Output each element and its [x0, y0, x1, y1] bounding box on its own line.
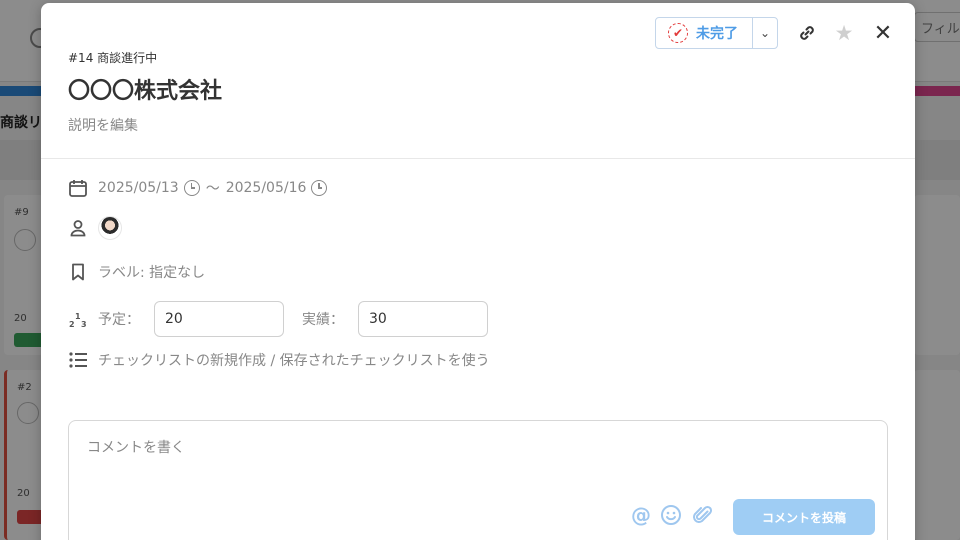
date-row: 2025/05/13 〜 2025/05/16: [68, 178, 333, 198]
card-meta: 20: [17, 488, 30, 499]
link-icon[interactable]: [795, 21, 819, 45]
column-color-bar: [0, 86, 44, 96]
actual-input[interactable]: [358, 301, 488, 337]
svg-text:2: 2: [69, 320, 75, 329]
svg-text:3: 3: [81, 320, 87, 329]
clock-icon[interactable]: [311, 180, 328, 196]
calendar-icon: [68, 178, 88, 198]
list-icon: [68, 350, 88, 370]
end-date[interactable]: 2025/05/16: [226, 180, 307, 196]
label-text: ラベル: 指定なし: [98, 265, 206, 281]
estimate-row: 213 予定： 実績：: [68, 301, 488, 337]
checklist-row[interactable]: チェックリストの新規作成 / 保存されたチェックリストを使う: [68, 350, 490, 370]
kanban-card[interactable]: #9 20: [4, 195, 46, 355]
comment-editor[interactable]: コメントを書く @ コメントを投稿: [68, 420, 888, 540]
modal-header: #14 商談進行中 〇〇〇株式会社 説明を編集 ✔ 未完了 ⌄ ★ ✕: [41, 3, 915, 159]
kanban-card[interactable]: [914, 195, 960, 355]
user-icon: [68, 218, 88, 238]
close-icon[interactable]: ✕: [871, 21, 895, 46]
clock-icon[interactable]: [183, 180, 200, 196]
planned-input[interactable]: [154, 301, 284, 337]
status-control: ✔ 未完了 ⌄: [655, 17, 778, 49]
kanban-card[interactable]: [914, 370, 960, 540]
filter-input[interactable]: フィル: [914, 12, 960, 42]
paperclip-icon[interactable]: [691, 503, 715, 527]
avatar[interactable]: [98, 216, 122, 240]
status-label: 未完了: [696, 26, 738, 42]
column-color-bar: [912, 86, 960, 96]
card-check-icon[interactable]: [14, 229, 36, 251]
label-row[interactable]: ラベル: 指定なし: [68, 262, 205, 282]
planned-label: 予定：: [98, 312, 140, 328]
card-check-icon[interactable]: [17, 402, 39, 424]
kanban-card[interactable]: #2 20: [4, 370, 49, 540]
status-button[interactable]: ✔ 未完了: [656, 18, 753, 48]
bookmark-icon: [68, 262, 88, 282]
date-separator: 〜: [205, 181, 220, 197]
actual-label: 実績：: [302, 312, 344, 328]
start-date[interactable]: 2025/05/13: [98, 180, 179, 196]
check-icon: ✔: [668, 23, 688, 43]
description-editor[interactable]: 説明を編集: [68, 115, 138, 135]
card-meta: 20: [14, 313, 27, 324]
checklist-text: チェックリストの新規作成 / 保存されたチェックリストを使う: [98, 353, 490, 369]
card-number: #2: [17, 382, 32, 393]
comment-placeholder: コメントを書く: [87, 440, 185, 456]
post-comment-button[interactable]: コメントを投稿: [733, 499, 875, 535]
breadcrumb: #14 商談進行中: [68, 51, 158, 65]
star-icon[interactable]: ★: [832, 21, 856, 45]
status-dropdown-button[interactable]: ⌄: [753, 18, 777, 48]
chevron-down-icon: ⌄: [759, 26, 771, 40]
number-icon: 213: [68, 309, 88, 329]
at-icon[interactable]: @: [629, 503, 653, 527]
assignee-row: [68, 216, 122, 240]
smile-icon[interactable]: [659, 503, 683, 527]
card-number: #9: [14, 207, 29, 218]
task-title[interactable]: 〇〇〇株式会社: [68, 73, 222, 105]
task-detail-modal: #14 商談進行中 〇〇〇株式会社 説明を編集 ✔ 未完了 ⌄ ★ ✕ 2025…: [41, 3, 915, 540]
column-title: 商談リ: [0, 115, 42, 131]
